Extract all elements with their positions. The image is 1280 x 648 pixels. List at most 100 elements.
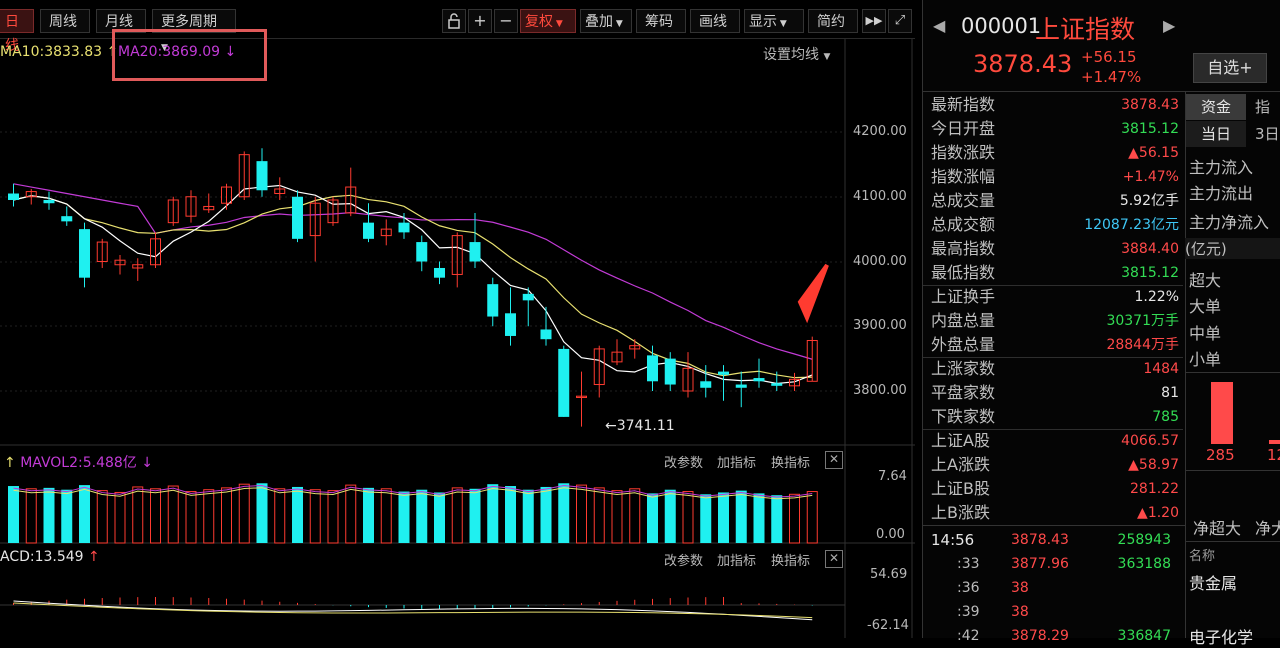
price: 3878.43 [973, 50, 1073, 78]
tick-row: 14:56 3878.43 258943 [931, 528, 1179, 552]
super-large-label: 超大 [1189, 271, 1222, 290]
overlay-label: 叠加 [585, 14, 613, 30]
prev-arrow-icon[interactable]: ◀ [933, 16, 945, 35]
volume-bar [789, 493, 800, 544]
stat-label: 平盘家数 [931, 383, 996, 402]
volume-bar [203, 489, 215, 544]
volume-bar [221, 487, 232, 544]
tab-fund[interactable]: 资金 [1186, 94, 1246, 120]
volume-bar [61, 489, 73, 543]
lock-icon[interactable] [442, 9, 466, 33]
net-large-label: 净大 [1255, 519, 1280, 538]
tick-row: :39 38 [931, 600, 1179, 624]
draw-line-button[interactable]: 画线 [690, 9, 740, 33]
tick-volume: 363188 [1117, 556, 1171, 572]
inflow-bar [1211, 382, 1233, 444]
volume-bar [398, 491, 410, 543]
divider [1185, 372, 1280, 373]
sector-row[interactable]: 贵金属 [1189, 570, 1237, 594]
stat-value: 3884.40 [1121, 241, 1179, 257]
tick-row: :36 38 [931, 576, 1179, 600]
annotation-arrow [797, 263, 829, 324]
volume-bar [664, 489, 676, 543]
tab-daily[interactable]: 日线 [0, 9, 34, 54]
next-arrow-icon[interactable]: ▶ [1163, 16, 1175, 35]
bar-value: 285 [1206, 446, 1235, 464]
volume-bar [558, 483, 570, 543]
volume-bar [771, 495, 783, 543]
simple-mode-button[interactable]: 简约 [808, 9, 858, 33]
volume-bar [309, 489, 321, 544]
volume-bar [25, 488, 37, 544]
main-outflow-label: 主力流出 [1189, 184, 1254, 203]
caret-down-icon: ▼ [553, 19, 563, 29]
divider [923, 525, 1185, 526]
restore-rights-dropdown[interactable]: 复权 ▼ [520, 9, 576, 33]
volume-bar [700, 494, 712, 543]
volume-bar [540, 486, 552, 543]
fast-forward-icon[interactable]: ▶▶ [862, 9, 886, 33]
volume-bar [43, 487, 55, 543]
chips-button[interactable]: 筹码 [636, 9, 686, 33]
volume-bar [274, 488, 286, 544]
inflow-bar [1269, 440, 1280, 444]
volume-bar [167, 485, 179, 544]
stat-row: 总成交量 5.92亿手 [931, 189, 1179, 213]
divider [1185, 541, 1280, 542]
sector-row[interactable]: 电子化学 [1189, 624, 1253, 648]
fullscreen-icon[interactable]: ⤢ [888, 9, 912, 33]
tab-today[interactable]: 当日 [1186, 121, 1246, 147]
stat-label: 总成交量 [931, 191, 996, 210]
overlay-dropdown[interactable]: 叠加 ▼ [580, 9, 632, 33]
zoom-in-button[interactable]: + [468, 9, 492, 33]
stat-row: 上B涨跌 ▲1.20 [931, 501, 1179, 525]
unit-label: (亿元) [1185, 238, 1280, 259]
stat-label: 今日开盘 [931, 119, 996, 138]
tab-3day[interactable]: 3日 [1249, 121, 1280, 147]
candle-body [718, 371, 729, 375]
dif-line [13, 600, 813, 621]
candle-body [61, 216, 73, 222]
stat-value: 3815.12 [1121, 121, 1179, 137]
volume-bar [345, 484, 357, 544]
candle-body [487, 284, 499, 317]
stat-label: 上A涨跌 [931, 455, 990, 474]
candle-body [43, 199, 55, 204]
stat-label: 下跌家数 [931, 407, 996, 426]
tick-row: :33 3877.96 363188 [931, 552, 1179, 576]
bar-value: 12 [1267, 446, 1280, 464]
stat-value: 81 [1161, 385, 1179, 401]
stat-value: 5.92亿手 [1119, 193, 1179, 209]
stat-label: 内盘总量 [931, 311, 996, 330]
tick-price: 3878.43 [1011, 532, 1069, 548]
tick-time: :39 [957, 604, 980, 620]
caret-down-icon: ▼ [613, 19, 623, 29]
volume-bar [718, 492, 729, 543]
candle-body [558, 348, 570, 417]
stat-label: 上证A股 [931, 431, 990, 450]
tick-volume: 336847 [1117, 628, 1171, 644]
stock-name: 上证指数 [1035, 15, 1136, 44]
volume-bar [629, 488, 641, 544]
volume-bar [327, 490, 339, 544]
kline-chart[interactable] [0, 39, 915, 638]
tab-weekly[interactable]: 周线 [40, 9, 90, 33]
divider [1185, 92, 1186, 638]
candle-body [292, 196, 303, 239]
zoom-out-button[interactable]: − [494, 9, 518, 33]
add-watchlist-button[interactable]: 自选+ [1193, 53, 1267, 83]
tab-index[interactable]: 指 [1249, 94, 1280, 120]
volume-bar [806, 491, 818, 544]
volume-bar [8, 486, 19, 543]
caret-down-icon: ▼ [777, 19, 787, 29]
volume-bar [576, 484, 587, 544]
volume-bar [611, 490, 623, 544]
volume-bar [647, 493, 658, 543]
volume-bar [505, 486, 516, 543]
ma5-line [13, 184, 813, 385]
volume-bar [96, 490, 108, 544]
display-dropdown[interactable]: 显示 ▼ [744, 9, 804, 33]
stat-value: 30371万手 [1106, 313, 1179, 329]
stat-label: 外盘总量 [931, 335, 996, 354]
stat-value: +1.47% [1122, 169, 1179, 185]
